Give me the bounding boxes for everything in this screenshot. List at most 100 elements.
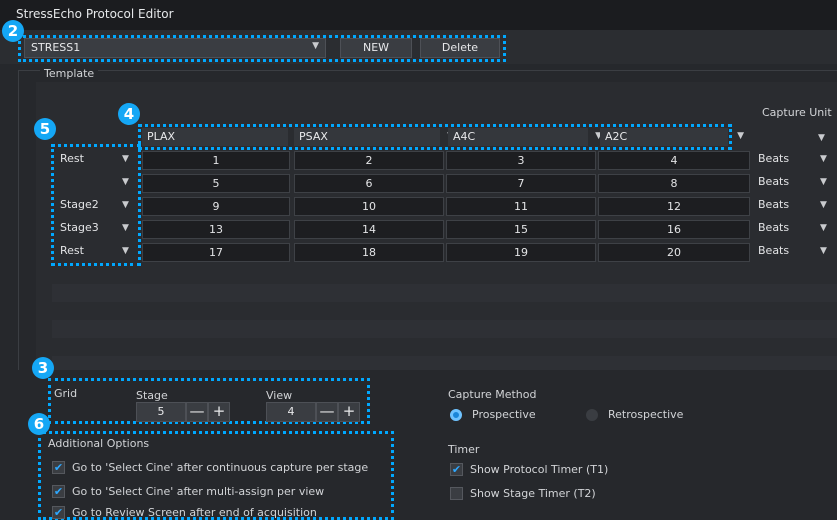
stage-decrement-button[interactable]: — [186, 402, 208, 422]
empty-row [52, 320, 837, 338]
chevron-down-icon[interactable]: ▼ [818, 133, 825, 143]
grid-cell[interactable]: 12 [598, 197, 750, 216]
template-label: Template [40, 67, 99, 80]
grid-label: Grid [54, 387, 78, 400]
marker-badge-4: 4 [118, 103, 140, 125]
grid-cell[interactable]: 7 [446, 174, 596, 193]
view-select-value: PLAX [147, 130, 176, 143]
view-select[interactable]: A4C ▼ [448, 128, 602, 146]
view-select[interactable]: PSAX ▼ [294, 128, 454, 146]
timer-label: Timer [448, 443, 480, 456]
capture-method-label: Capture Method [448, 388, 537, 401]
stage-select-value: Stage3 [60, 221, 99, 234]
stage-count-label: Stage [136, 389, 168, 402]
capture-unit-value: Beats [758, 198, 790, 211]
additional-options-label: Additional Options [48, 437, 150, 450]
chevron-down-icon: ▼ [820, 154, 827, 164]
view-select-value: PSAX [299, 130, 328, 143]
stage-timer-label: Show Stage Timer (T2) [470, 487, 596, 500]
view-count-label: View [266, 389, 293, 402]
grid-cell[interactable]: 8 [598, 174, 750, 193]
chevron-down-icon: ▼ [122, 200, 129, 210]
review-screen-checkbox[interactable]: ✔ [52, 506, 65, 519]
stage-select-value: Stage2 [60, 198, 99, 211]
capture-unit-value: Beats [758, 244, 790, 257]
grid-cell[interactable]: 5 [142, 174, 290, 193]
chevron-down-icon: ▼ [737, 131, 744, 141]
grid-cell[interactable]: 15 [446, 220, 596, 239]
chevron-down-icon: ▼ [820, 177, 827, 187]
capture-unit-select[interactable]: Beats ▼ [754, 219, 834, 238]
view-select[interactable]: A2C ▼ [600, 128, 744, 146]
capture-unit-select[interactable]: Beats ▼ [754, 242, 834, 261]
select-cine-multi-assign-checkbox[interactable]: ✔ [52, 485, 65, 498]
grid-cell[interactable]: 16 [598, 220, 750, 239]
view-increment-button[interactable]: + [338, 402, 360, 422]
capture-unit-select[interactable]: Beats ▼ [754, 150, 834, 169]
view-decrement-button[interactable]: — [316, 402, 338, 422]
retrospective-label: Retrospective [608, 408, 684, 421]
protocol-timer-label: Show Protocol Timer (T1) [470, 463, 609, 476]
stage-select[interactable]: Rest ▼ [56, 242, 136, 261]
grid-cell[interactable]: 11 [446, 197, 596, 216]
view-select-value: A4C [453, 130, 476, 143]
marker-badge-2: 2 [2, 20, 24, 42]
view-count-input[interactable]: 4 [266, 402, 316, 422]
grid-cell[interactable]: 3 [446, 151, 596, 170]
stage-select[interactable]: Stage3 ▼ [56, 219, 136, 238]
empty-row [52, 356, 837, 370]
stage-select[interactable]: Rest ▼ [56, 150, 136, 169]
chevron-down-icon: ▼ [820, 200, 827, 210]
chevron-down-icon: ▼ [122, 246, 129, 256]
capture-unit-select[interactable]: Beats ▼ [754, 196, 834, 215]
new-button[interactable]: NEW [340, 38, 412, 58]
review-screen-label: Go to Review Screen after end of acquisi… [72, 506, 317, 519]
marker-badge-5: 5 [34, 118, 56, 140]
chevron-down-icon: ▼ [820, 246, 827, 256]
chevron-down-icon: ▼ [122, 177, 129, 187]
grid-cell[interactable]: 10 [294, 197, 444, 216]
grid-cell[interactable]: 4 [598, 151, 750, 170]
stage-select[interactable]: Stage2 ▼ [56, 196, 136, 215]
retrospective-radio[interactable] [586, 409, 598, 421]
empty-row [52, 284, 837, 302]
capture-unit-value: Beats [758, 221, 790, 234]
select-cine-multi-assign-label: Go to 'Select Cine' after multi-assign p… [72, 485, 325, 498]
chevron-down-icon: ▼ [312, 41, 319, 51]
grid-cell[interactable]: 1 [142, 151, 290, 170]
stage-select[interactable]: ▼ [56, 173, 136, 192]
capture-unit-select[interactable]: Beats ▼ [754, 173, 834, 192]
grid-cell[interactable]: 9 [142, 197, 290, 216]
grid-cell[interactable]: 20 [598, 243, 750, 262]
grid-cell[interactable]: 17 [142, 243, 290, 262]
prospective-radio[interactable] [450, 409, 462, 421]
grid-cell[interactable]: 18 [294, 243, 444, 262]
grid-cell[interactable]: 13 [142, 220, 290, 239]
prospective-label: Prospective [472, 408, 536, 421]
grid-cell[interactable]: 14 [294, 220, 444, 239]
protocol-select[interactable]: STRESS1 ▼ [24, 38, 326, 58]
capture-unit-value: Beats [758, 152, 790, 165]
stage-select-value: Rest [60, 152, 84, 165]
grid-cell[interactable]: 2 [294, 151, 444, 170]
chevron-down-icon: ▼ [122, 154, 129, 164]
capture-unit-value: Beats [758, 175, 790, 188]
stage-select-value: Rest [60, 244, 84, 257]
delete-button[interactable]: Delete [420, 38, 500, 58]
stage-timer-checkbox[interactable] [450, 487, 463, 500]
chevron-down-icon: ▼ [122, 223, 129, 233]
select-cine-continuous-checkbox[interactable]: ✔ [52, 461, 65, 474]
chevron-down-icon: ▼ [820, 223, 827, 233]
marker-badge-6: 6 [28, 413, 50, 435]
marker-badge-3: 3 [32, 357, 54, 379]
stage-count-input[interactable]: 5 [136, 402, 186, 422]
stage-increment-button[interactable]: + [208, 402, 230, 422]
protocol-select-value: STRESS1 [31, 41, 81, 54]
protocol-timer-checkbox[interactable]: ✔ [450, 463, 463, 476]
grid-cell[interactable]: 19 [446, 243, 596, 262]
grid-cell[interactable]: 6 [294, 174, 444, 193]
view-select-value: A2C [605, 130, 628, 143]
view-select[interactable]: PLAX ▼ [142, 128, 302, 146]
capture-unit-header: Capture Unit [762, 106, 832, 119]
select-cine-continuous-label: Go to 'Select Cine' after continuous cap… [72, 461, 369, 474]
